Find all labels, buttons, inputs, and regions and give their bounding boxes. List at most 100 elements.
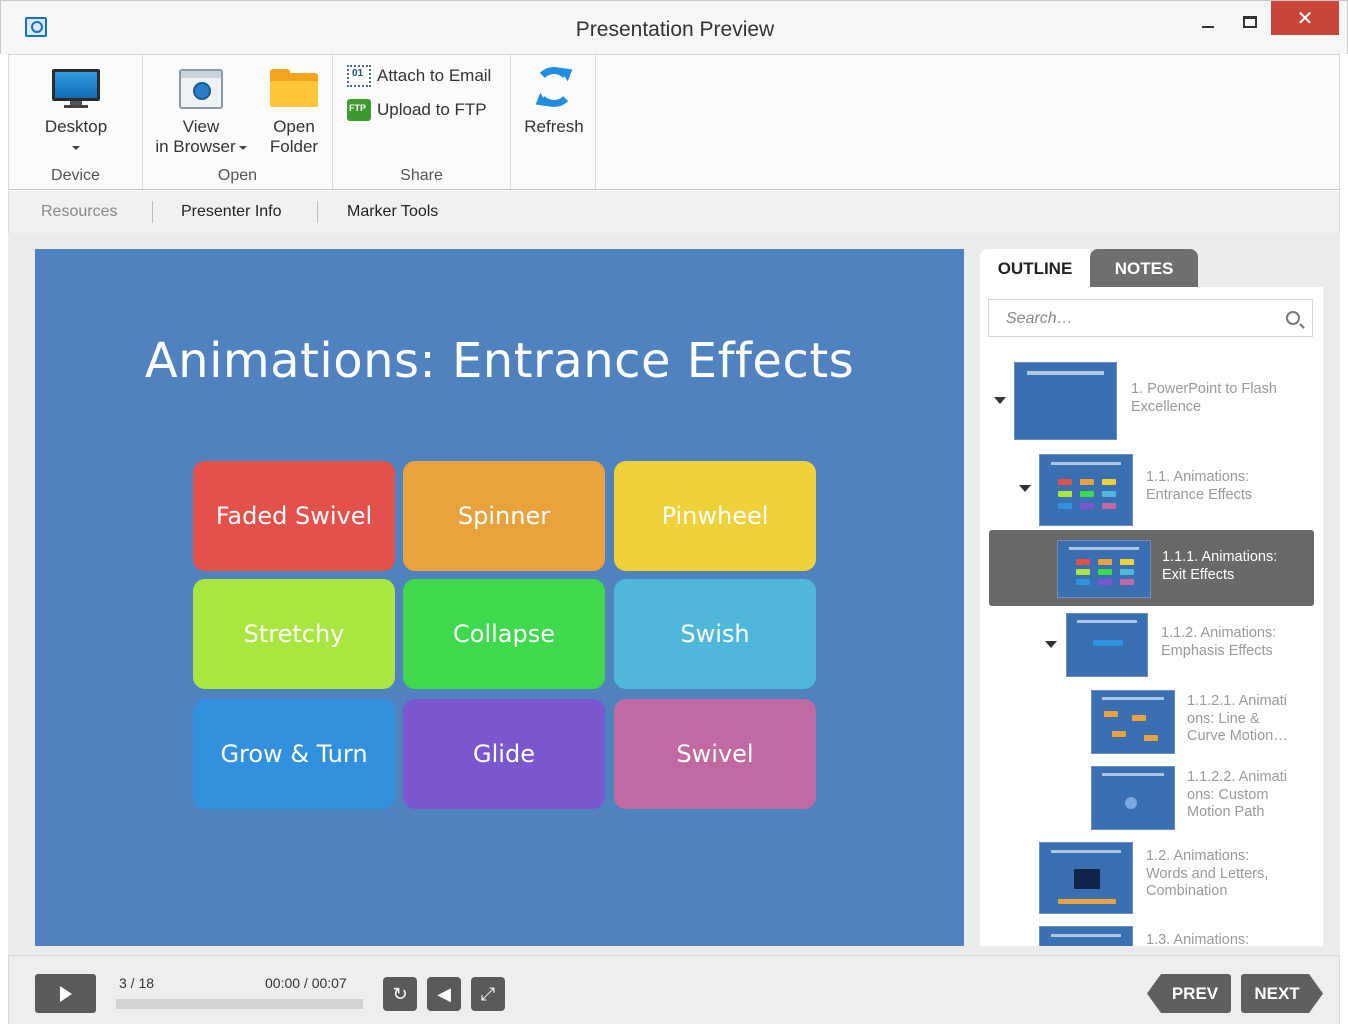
tab-divider <box>152 201 153 223</box>
slide-thumbnail <box>1091 766 1175 830</box>
refresh-button[interactable]: Refresh <box>515 62 593 137</box>
slide-thumbnail <box>1039 842 1133 914</box>
player-bar <box>8 955 1340 1024</box>
tab-presenter-info[interactable]: Presenter Info <box>181 203 282 221</box>
replay-icon: ↻ <box>392 983 408 1004</box>
device-group: Desktop Device <box>9 55 143 189</box>
tile-collapse: Collapse <box>403 579 605 689</box>
minimize-icon <box>1202 26 1214 28</box>
email-attach-icon <box>347 65 371 87</box>
collapse-triangle-icon[interactable] <box>1019 485 1031 492</box>
slide-thumbnail <box>1039 926 1133 946</box>
outline-item[interactable]: 1.2. Animations: Words and Letters, Combin… <box>980 840 1323 914</box>
fullscreen-icon: ⤢ <box>480 983 496 1004</box>
slide-thumbnail <box>1091 690 1175 754</box>
tab-marker-tools[interactable]: Marker Tools <box>347 203 438 221</box>
tile-stretchy: Stretchy <box>193 579 395 689</box>
replay-button[interactable]: ↻ <box>383 977 417 1011</box>
ribbon: Desktop Device View in Browser Open Fold… <box>8 54 1340 190</box>
slide-thumbnail <box>1066 613 1148 677</box>
attach-to-email-button[interactable]: Attach to Email <box>347 65 491 87</box>
slide-thumbnail <box>1057 540 1151 598</box>
tile-swish: Swish <box>614 579 816 689</box>
collapse-triangle-icon[interactable] <box>1045 641 1057 648</box>
main-area-edge <box>8 233 18 955</box>
refresh-label: Refresh <box>524 117 584 136</box>
play-button[interactable] <box>35 974 96 1013</box>
search-placeholder: Search… <box>1006 310 1073 327</box>
share-group-label: Share <box>400 167 443 184</box>
outline-item-label: 1.1. Animations: Entrance Effects <box>1146 469 1253 503</box>
tab-notes[interactable]: NOTES <box>1090 249 1198 289</box>
tile-grow-and-turn: Grow & Turn <box>193 699 395 809</box>
slide-counter: 3 / 18 <box>119 975 155 991</box>
slide-thumbnail <box>1039 454 1133 526</box>
folder-label-line1: Open <box>273 117 315 136</box>
view-label-line2: in Browser <box>155 137 236 156</box>
outline-item-label: 1.1.2.2. Animati ons: Custom Motion Path <box>1187 769 1287 820</box>
outline-item-label: 1.2. Animations: Words and Letters, Combin… <box>1146 848 1269 899</box>
desktop-monitor-icon <box>52 69 100 109</box>
outline-panel: Search… 1. PowerPoint to Flash Excellence… <box>980 287 1323 946</box>
browser-globe-icon <box>179 69 223 109</box>
desktop-label: Desktop <box>44 117 108 136</box>
outline-item[interactable]: 1.1. Animations: Entrance Effects <box>980 451 1323 527</box>
time-readout: 00:00 / 00:07 <box>265 975 347 991</box>
maximize-icon <box>1243 16 1257 28</box>
ftp-icon <box>347 99 371 121</box>
upload-to-ftp-button[interactable]: Upload to FTP <box>347 99 487 121</box>
close-button[interactable]: ✕ <box>1271 1 1339 35</box>
outline-item[interactable]: 1.1.2. Animations: Emphasis Effects <box>980 613 1323 679</box>
speaker-icon: ◀ <box>437 983 451 1004</box>
folder-label-line2: Folder <box>269 137 319 156</box>
refresh-icon <box>531 62 577 112</box>
tile-glide: Glide <box>403 699 605 809</box>
next-button[interactable]: NEXT <box>1241 974 1323 1013</box>
search-icon[interactable] <box>1286 311 1300 325</box>
open-folder-button[interactable]: Open Folder <box>255 69 333 157</box>
upload-ftp-label: Upload to FTP <box>377 100 487 119</box>
view-in-browser-button[interactable]: View in Browser <box>151 69 251 157</box>
tile-spinner: Spinner <box>403 461 605 571</box>
outline-item-label: 1.1.2.1. Animati ons: Line & Curve Motion… <box>1187 693 1288 744</box>
device-group-label: Device <box>51 167 100 184</box>
title-bar: Presentation Preview ✕ <box>0 0 1348 54</box>
secondary-tab-bar: Resources Presenter Info Marker Tools <box>8 191 1340 233</box>
chevron-down-icon <box>72 145 80 150</box>
outline-item[interactable]: 1. PowerPoint to Flash Excellence <box>980 359 1323 443</box>
collapse-triangle-icon[interactable] <box>994 397 1006 404</box>
outline-item[interactable]: 1.1.2.1. Animati ons: Line & Curve Motion… <box>980 689 1323 755</box>
outline-item-label: 1.1.1. Animations: Exit Effects <box>1162 549 1278 583</box>
refresh-group: Refresh <box>511 55 596 189</box>
playback-progress-bar[interactable] <box>116 999 363 1009</box>
outline-item-label: 1.1.2. Animations: Emphasis Effects <box>1161 625 1277 659</box>
volume-button[interactable]: ◀ <box>427 977 461 1011</box>
outline-item-label: 1. PowerPoint to Flash Excellence <box>1131 381 1277 415</box>
slide-thumbnail <box>1014 362 1117 440</box>
chevron-down-icon <box>238 145 247 150</box>
share-group: Attach to Email Upload to FTP Share <box>333 55 511 189</box>
maximize-button[interactable] <box>1235 7 1265 37</box>
tab-divider <box>317 201 318 223</box>
outline-item[interactable]: 1.3. Animations: <box>980 924 1323 946</box>
folder-icon <box>270 69 318 109</box>
outline-item-label: 1.3. Animations: <box>1146 932 1250 946</box>
outline-item-active[interactable]: 1.1.1. Animations: Exit Effects <box>989 530 1314 606</box>
slide-title: Animations: Entrance Effects <box>144 333 855 389</box>
open-group-label: Open <box>217 167 258 184</box>
tab-outline[interactable]: OUTLINE <box>980 249 1090 289</box>
search-input[interactable]: Search… <box>988 299 1313 337</box>
open-group: View in Browser Open Folder Open <box>143 55 333 189</box>
fullscreen-button[interactable]: ⤢ <box>471 977 505 1011</box>
slide-canvas[interactable]: Animations: Entrance Effects Faded Swive… <box>35 249 964 946</box>
tile-pinwheel: Pinwheel <box>614 461 816 571</box>
outline-item[interactable]: 1.1.2.2. Animati ons: Custom Motion Path <box>980 765 1323 831</box>
tile-swivel: Swivel <box>614 699 816 809</box>
tab-resources[interactable]: Resources <box>41 203 117 221</box>
view-label-line1: View <box>182 117 220 136</box>
minimize-button[interactable] <box>1193 7 1223 37</box>
tile-faded-swivel: Faded Swivel <box>193 461 395 571</box>
prev-button[interactable]: PREV <box>1147 974 1231 1013</box>
window-title: Presentation Preview <box>575 18 775 41</box>
desktop-button[interactable]: Desktop <box>19 69 133 157</box>
